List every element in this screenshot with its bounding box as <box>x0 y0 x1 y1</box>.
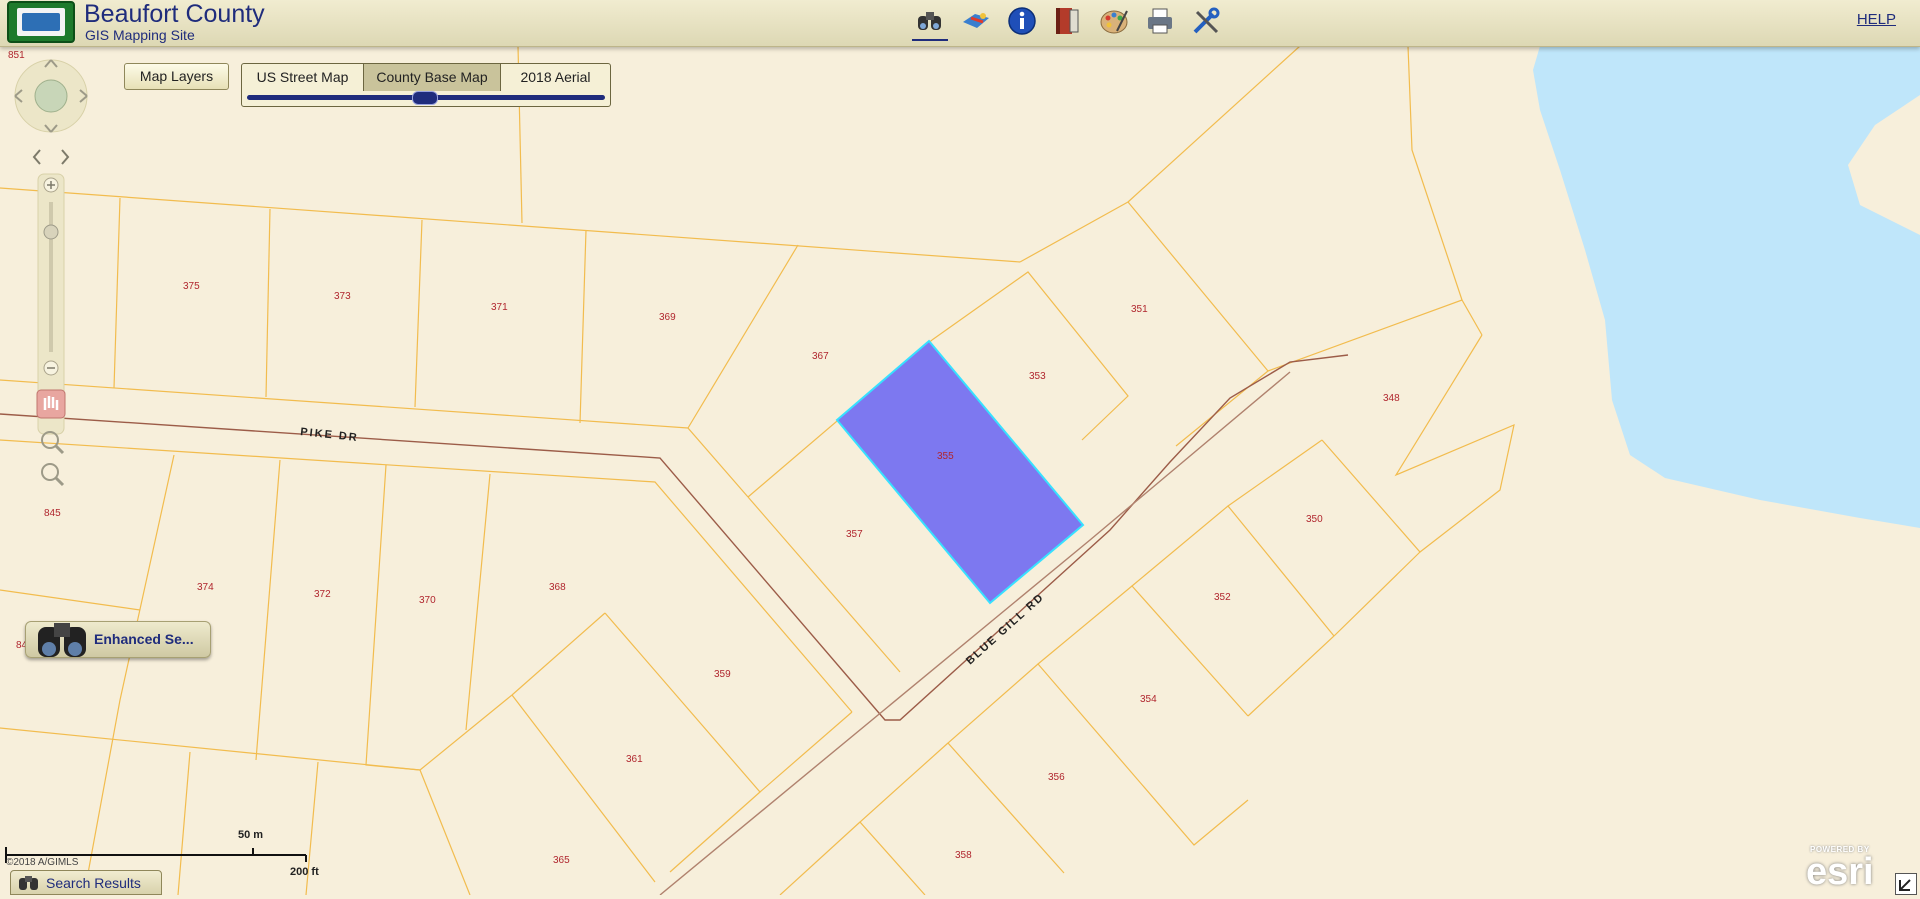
parcel-label: 367 <box>812 351 829 362</box>
basemap-2018-aerial[interactable]: 2018 Aerial <box>501 64 610 91</box>
zoom-out-box-icon[interactable] <box>41 463 59 481</box>
parcel-label: 369 <box>659 312 676 323</box>
app-subtitle: GIS Mapping Site <box>85 27 195 43</box>
globe-icon[interactable] <box>34 79 68 113</box>
locate-icon[interactable] <box>958 3 994 39</box>
scale-metric-label: 50 m <box>238 829 264 841</box>
binoculars-icon <box>38 623 86 657</box>
copyright-text: ©2018 A/GIMLS <box>6 857 79 868</box>
parcel-label: 374 <box>197 582 214 593</box>
parcel-label: 365 <box>553 855 570 866</box>
map-navigation <box>11 54 91 499</box>
enhanced-search-label: Enhanced Se... <box>94 631 194 647</box>
parcel-label: 371 <box>491 302 508 313</box>
parcel-label: 361 <box>626 754 643 765</box>
search-results-label: Search Results <box>46 875 141 891</box>
parcel-label: 353 <box>1029 371 1046 382</box>
parcel-label: 357 <box>846 529 863 540</box>
basemap-county-base-map[interactable]: County Base Map <box>364 64 501 91</box>
binoculars-icon[interactable] <box>912 3 948 41</box>
search-results-tab[interactable]: Search Results <box>10 870 162 895</box>
tools-icon[interactable] <box>1188 3 1224 39</box>
basemap-switcher: US Street Map County Base Map 2018 Aeria… <box>241 63 611 107</box>
parcel-label: 373 <box>334 291 351 302</box>
parcel-map[interactable]: PIKE DR BLUE GILL RD 375 373 371 369 367… <box>0 0 1920 895</box>
scale-imperial-label: 200 ft <box>290 866 319 878</box>
parcel-label: 368 <box>549 582 566 593</box>
palette-icon[interactable] <box>1096 3 1132 39</box>
parcel-label: 375 <box>183 281 200 292</box>
esri-logo: POWERED BY esri <box>1806 845 1886 893</box>
info-icon[interactable] <box>1004 3 1040 39</box>
parcel-label: 354 <box>1140 694 1157 705</box>
county-logo <box>7 1 75 43</box>
map-layers-button[interactable]: Map Layers <box>124 63 229 90</box>
parcel-label: 370 <box>419 595 436 606</box>
print-icon[interactable] <box>1142 3 1178 39</box>
app-title: Beaufort County <box>84 0 265 28</box>
parcel-label: 348 <box>1383 393 1400 404</box>
basemap-us-street-map[interactable]: US Street Map <box>242 64 364 91</box>
bookmark-icon[interactable] <box>1050 3 1086 39</box>
parcel-label: 351 <box>1131 304 1148 315</box>
next-extent-icon[interactable] <box>61 149 70 165</box>
previous-extent-icon[interactable] <box>32 149 41 165</box>
parcel-label: 372 <box>314 589 331 600</box>
main-toolbar <box>912 3 1224 41</box>
parcel-label: 358 <box>955 850 972 861</box>
zoom-slider-thumb[interactable] <box>43 224 59 240</box>
parcel-label: 355 <box>937 451 954 462</box>
basemap-slider-thumb[interactable] <box>412 91 438 105</box>
pan-hand-icon[interactable] <box>36 389 66 419</box>
parcel-label: 350 <box>1306 514 1323 525</box>
binoculars-icon <box>19 876 38 890</box>
enhanced-search-button[interactable]: Enhanced Se... <box>25 621 211 658</box>
expand-corner-icon[interactable] <box>1895 873 1917 895</box>
app-header: Beaufort County GIS Mapping Site HELP <box>0 0 1920 47</box>
parcel-label: 356 <box>1048 772 1065 783</box>
parcel-label: 845 <box>44 508 61 519</box>
parcel-label: 359 <box>714 669 731 680</box>
esri-name: esri <box>1806 851 1874 893</box>
help-link[interactable]: HELP <box>1857 11 1896 28</box>
parcel-label: 352 <box>1214 592 1231 603</box>
